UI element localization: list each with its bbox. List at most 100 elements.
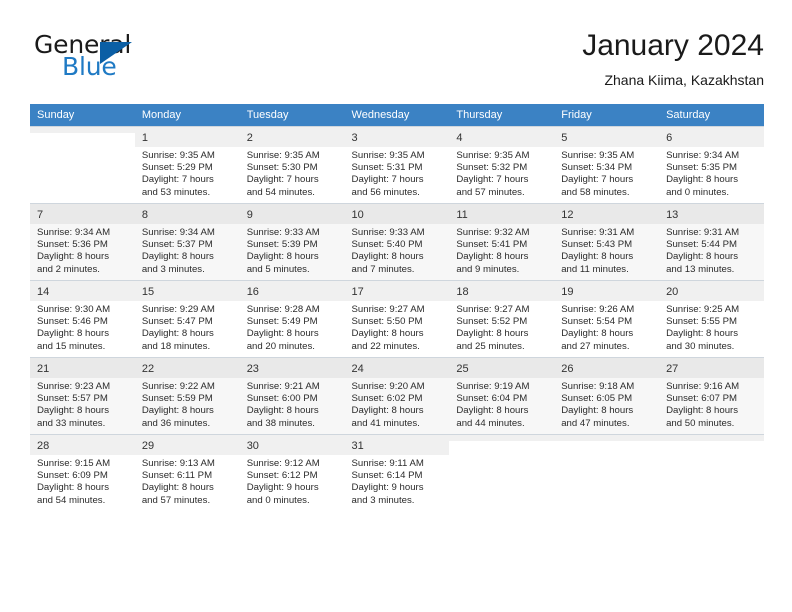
calendar-day-cell[interactable]: 16 Sunrise: 9:28 AM Sunset: 5:49 PM Dayligh… <box>239 280 345 358</box>
calendar-day-cell[interactable]: 15 Sunrise: 9:29 AM Sunset: 5:47 PM Dayligh… <box>134 280 240 358</box>
daylight-duration-line1: Daylight: 8 hours <box>141 482 214 494</box>
sunrise-time: Sunrise: 9:33 AM <box>246 227 320 238</box>
calendar-day-cell[interactable]: 23 Sunrise: 9:21 AM Sunset: 6:00 PM Dayligh… <box>239 357 345 435</box>
day-cell-inner: 23 Sunrise: 9:21 AM Sunset: 6:00 PM Dayligh… <box>239 358 345 434</box>
day-details: Sunrise: 9:11 AM Sunset: 6:14 PM Daylight:… <box>345 455 450 507</box>
day-cell-inner: 21 Sunrise: 9:23 AM Sunset: 5:57 PM Dayligh… <box>30 358 135 434</box>
daylight-duration-line1: Daylight: 8 hours <box>351 328 424 340</box>
day-cell-inner: 20 Sunrise: 9:25 AM Sunset: 5:55 PM Dayligh… <box>659 281 764 357</box>
day-number: 26 <box>554 358 660 378</box>
calendar-day-cell[interactable]: 24 Sunrise: 9:20 AM Sunset: 6:02 PM Dayligh… <box>344 357 450 435</box>
day-details: Sunrise: 9:27 AM Sunset: 5:52 PM Daylight:… <box>449 301 554 353</box>
page-title: January 2024 <box>582 29 764 62</box>
daylight-duration-line1: Daylight: 8 hours <box>666 328 739 340</box>
sunset-time: Sunset: 5:52 PM <box>456 316 528 328</box>
sunrise-time: Sunrise: 9:18 AM <box>561 381 635 392</box>
calendar-day-cell[interactable]: 27 Sunrise: 9:16 AM Sunset: 6:07 PM Dayligh… <box>659 357 764 435</box>
weekday-header-friday: Friday <box>554 104 660 127</box>
daylight-duration-line2: and 53 minutes. <box>141 186 211 198</box>
sunset-time: Sunset: 6:07 PM <box>666 393 737 405</box>
day-number: 27 <box>659 358 764 378</box>
day-cell-inner: 30 Sunrise: 9:12 AM Sunset: 6:12 PM Dayligh… <box>239 435 345 511</box>
calendar-day-cell[interactable]: 31 Sunrise: 9:11 AM Sunset: 6:14 PM Dayligh… <box>344 434 450 511</box>
daylight-duration-line1: Daylight: 8 hours <box>561 251 634 263</box>
day-number: 18 <box>449 281 555 301</box>
day-details: Sunrise: 9:29 AM Sunset: 5:47 PM Daylight:… <box>135 301 240 353</box>
calendar-day-cell[interactable]: 6 Sunrise: 9:34 AM Sunset: 5:35 PM Daylight… <box>659 126 764 204</box>
page-subtitle-location: Zhana Kiima, Kazakhstan <box>604 72 764 88</box>
page-header: General Blue January 2024 Zhana Kiima, K… <box>30 28 764 98</box>
day-number: 20 <box>659 281 764 301</box>
calendar-day-cell[interactable]: 30 Sunrise: 9:12 AM Sunset: 6:12 PM Dayligh… <box>239 434 345 511</box>
sunset-time: Sunset: 5:29 PM <box>141 162 213 174</box>
day-cell-inner: 28 Sunrise: 9:15 AM Sunset: 6:09 PM Dayligh… <box>30 435 135 511</box>
day-number <box>449 435 555 441</box>
daylight-duration-line1: Daylight: 7 hours <box>246 174 319 186</box>
daylight-duration-line2: and 2 minutes. <box>37 263 100 275</box>
calendar-day-cell[interactable]: 29 Sunrise: 9:13 AM Sunset: 6:11 PM Dayligh… <box>134 434 240 511</box>
daylight-duration-line2: and 50 minutes. <box>666 417 735 429</box>
sunset-time: Sunset: 6:12 PM <box>246 470 318 482</box>
sunrise-time: Sunrise: 9:12 AM <box>246 458 320 469</box>
day-number: 1 <box>134 127 240 147</box>
daylight-duration-line2: and 54 minutes. <box>37 494 106 506</box>
sunset-time: Sunset: 5:41 PM <box>456 239 528 251</box>
calendar-week-row: 28 Sunrise: 9:15 AM Sunset: 6:09 PM Dayligh… <box>30 434 764 511</box>
calendar-day-cell[interactable]: 21 Sunrise: 9:23 AM Sunset: 5:57 PM Dayligh… <box>30 357 135 435</box>
day-cell-inner: 10 Sunrise: 9:33 AM Sunset: 5:40 PM Dayligh… <box>344 204 450 280</box>
day-details: Sunrise: 9:33 AM Sunset: 5:40 PM Daylight:… <box>345 224 450 276</box>
day-details: Sunrise: 9:31 AM Sunset: 5:44 PM Daylight:… <box>659 224 764 276</box>
day-number: 21 <box>30 358 135 378</box>
calendar-day-cell[interactable]: 1 Sunrise: 9:35 AM Sunset: 5:29 PM Daylight… <box>134 126 240 204</box>
calendar-day-cell[interactable]: 4 Sunrise: 9:35 AM Sunset: 5:32 PM Daylight… <box>449 126 555 204</box>
daylight-duration-line2: and 54 minutes. <box>246 186 315 198</box>
calendar-day-cell[interactable]: 3 Sunrise: 9:35 AM Sunset: 5:31 PM Daylight… <box>344 126 450 204</box>
calendar-day-cell[interactable]: 20 Sunrise: 9:25 AM Sunset: 5:55 PM Dayligh… <box>659 280 764 358</box>
day-number: 11 <box>449 204 555 224</box>
day-details: Sunrise: 9:35 AM Sunset: 5:30 PM Daylight:… <box>240 147 345 199</box>
sunset-time: Sunset: 6:02 PM <box>351 393 423 405</box>
sunset-time: Sunset: 5:57 PM <box>37 393 108 405</box>
calendar-day-cell[interactable]: 11 Sunrise: 9:32 AM Sunset: 5:41 PM Dayligh… <box>449 203 555 281</box>
daylight-duration-line1: Daylight: 8 hours <box>141 328 214 340</box>
calendar-day-cell[interactable]: 26 Sunrise: 9:18 AM Sunset: 6:05 PM Dayligh… <box>554 357 660 435</box>
general-blue-logo[interactable]: General Blue <box>30 30 250 86</box>
day-cell-inner: 5 Sunrise: 9:35 AM Sunset: 5:34 PM Daylight… <box>554 127 660 203</box>
day-number: 12 <box>554 204 660 224</box>
weekday-header-tuesday: Tuesday <box>239 104 345 127</box>
day-number <box>659 435 764 441</box>
calendar-day-cell[interactable]: 18 Sunrise: 9:27 AM Sunset: 5:52 PM Dayligh… <box>449 280 555 358</box>
calendar-day-cell[interactable]: 13 Sunrise: 9:31 AM Sunset: 5:44 PM Dayligh… <box>659 203 764 281</box>
day-number: 6 <box>659 127 764 147</box>
sunset-time: Sunset: 5:46 PM <box>37 316 108 328</box>
day-details: Sunrise: 9:25 AM Sunset: 5:55 PM Daylight:… <box>659 301 764 353</box>
calendar-day-cell[interactable]: 10 Sunrise: 9:33 AM Sunset: 5:40 PM Dayligh… <box>344 203 450 281</box>
daylight-duration-line2: and 3 minutes. <box>141 263 205 275</box>
daylight-duration-line2: and 13 minutes. <box>666 263 735 275</box>
calendar-day-cell[interactable]: 7 Sunrise: 9:34 AM Sunset: 5:36 PM Daylight… <box>30 203 135 281</box>
title-block: January 2024 Zhana Kiima, Kazakhstan <box>582 28 764 90</box>
calendar-day-cell[interactable]: 25 Sunrise: 9:19 AM Sunset: 6:04 PM Dayligh… <box>449 357 555 435</box>
calendar-day-cell[interactable]: 22 Sunrise: 9:22 AM Sunset: 5:59 PM Dayligh… <box>134 357 240 435</box>
sunrise-time: Sunrise: 9:30 AM <box>37 304 111 315</box>
day-details: Sunrise: 9:34 AM Sunset: 5:36 PM Daylight:… <box>30 224 135 276</box>
calendar-week-row: 1 Sunrise: 9:35 AM Sunset: 5:29 PM Daylight… <box>30 126 764 204</box>
calendar-day-cell[interactable]: 12 Sunrise: 9:31 AM Sunset: 5:43 PM Dayligh… <box>554 203 660 281</box>
day-cell-inner: 14 Sunrise: 9:30 AM Sunset: 5:46 PM Dayligh… <box>30 281 135 357</box>
calendar-day-cell[interactable]: 17 Sunrise: 9:27 AM Sunset: 5:50 PM Dayligh… <box>344 280 450 358</box>
calendar-day-cell[interactable]: 9 Sunrise: 9:33 AM Sunset: 5:39 PM Daylight… <box>239 203 345 281</box>
day-number: 17 <box>344 281 450 301</box>
daylight-duration-line2: and 38 minutes. <box>246 417 315 429</box>
daylight-duration-line1: Daylight: 7 hours <box>456 174 529 186</box>
calendar-day-cell[interactable]: 14 Sunrise: 9:30 AM Sunset: 5:46 PM Dayligh… <box>30 280 135 358</box>
calendar-day-cell[interactable]: 2 Sunrise: 9:35 AM Sunset: 5:30 PM Daylight… <box>239 126 345 204</box>
calendar-day-cell[interactable]: 8 Sunrise: 9:34 AM Sunset: 5:37 PM Daylight… <box>134 203 240 281</box>
calendar-day-cell[interactable]: 19 Sunrise: 9:26 AM Sunset: 5:54 PM Dayligh… <box>554 280 660 358</box>
day-cell-inner: 6 Sunrise: 9:34 AM Sunset: 5:35 PM Daylight… <box>659 127 764 203</box>
daylight-duration-line1: Daylight: 8 hours <box>351 405 424 417</box>
sunset-time: Sunset: 5:36 PM <box>37 239 108 251</box>
calendar-day-cell[interactable]: 5 Sunrise: 9:35 AM Sunset: 5:34 PM Daylight… <box>554 126 660 204</box>
sunrise-time: Sunrise: 9:20 AM <box>351 381 425 392</box>
calendar-day-cell[interactable]: 28 Sunrise: 9:15 AM Sunset: 6:09 PM Dayligh… <box>30 434 135 511</box>
sunrise-time: Sunrise: 9:34 AM <box>666 150 740 161</box>
